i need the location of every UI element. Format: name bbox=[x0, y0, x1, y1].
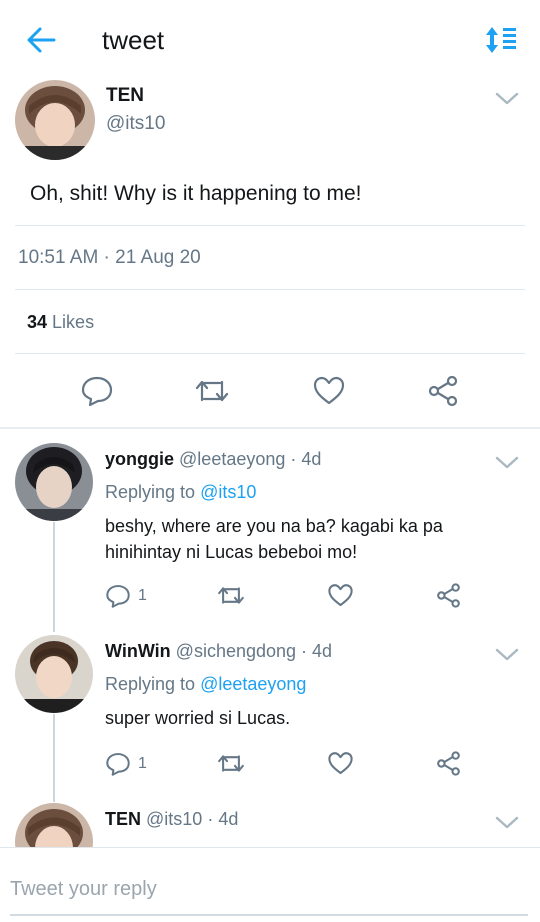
author-handle[interactable]: @its10 bbox=[146, 809, 202, 829]
sort-icon bbox=[486, 27, 516, 53]
share-button[interactable] bbox=[426, 374, 460, 408]
retweet-icon bbox=[195, 380, 229, 402]
replying-label: Replying to bbox=[105, 674, 196, 694]
reply-icon bbox=[106, 585, 130, 608]
reply-icon bbox=[81, 376, 113, 407]
mention-link[interactable]: @its10 bbox=[200, 482, 256, 502]
replying-label: Replying to bbox=[105, 482, 196, 502]
author-name[interactable]: yonggie bbox=[105, 449, 174, 469]
chevron-down-icon bbox=[495, 456, 519, 469]
tweet-menu-button[interactable] bbox=[494, 452, 520, 472]
avatar[interactable] bbox=[15, 635, 93, 713]
chevron-down-icon bbox=[495, 648, 519, 661]
reply-count: 1 bbox=[138, 587, 147, 604]
thread-line bbox=[53, 522, 55, 632]
arrow-left-icon bbox=[27, 27, 56, 53]
like-button[interactable] bbox=[327, 582, 354, 609]
avatar[interactable] bbox=[15, 443, 93, 521]
reply-button[interactable]: 1 bbox=[105, 750, 155, 778]
author-handle[interactable]: @its10 bbox=[106, 112, 165, 136]
retweet-icon bbox=[218, 755, 244, 772]
share-icon bbox=[428, 375, 458, 407]
avatar[interactable] bbox=[15, 80, 95, 160]
reply-input[interactable] bbox=[10, 874, 515, 904]
divider bbox=[15, 289, 525, 290]
replying-to: Replying to @its10 bbox=[105, 480, 256, 504]
divider bbox=[15, 353, 525, 354]
reply-icon bbox=[106, 753, 130, 776]
back-button[interactable] bbox=[24, 24, 60, 56]
tweet-menu-button[interactable] bbox=[494, 88, 520, 108]
author-handle[interactable]: @sichengdong bbox=[176, 641, 296, 661]
likes-label: Likes bbox=[52, 312, 95, 332]
replying-to: Replying to @leetaeyong bbox=[105, 672, 306, 696]
reply-header: TEN @its10 · 4d bbox=[105, 807, 238, 831]
author-name[interactable]: WinWin bbox=[105, 641, 171, 661]
tweet-menu-button[interactable] bbox=[494, 812, 520, 832]
share-icon bbox=[437, 583, 460, 608]
reply-time: · 4d bbox=[290, 449, 322, 469]
heart-icon bbox=[328, 752, 353, 775]
share-button[interactable] bbox=[435, 750, 462, 777]
reply-text-line: beshy, where are you na ba? kagabi ka pa bbox=[105, 516, 443, 536]
reply-button[interactable] bbox=[80, 374, 114, 408]
author-handle[interactable]: @leetaeyong bbox=[179, 449, 285, 469]
reply-text: super worried si Lucas. bbox=[105, 708, 291, 728]
tweet-timestamp: 10:51 AM · 21 Aug 20 bbox=[18, 247, 201, 268]
share-icon bbox=[437, 751, 460, 776]
reply-button[interactable]: 1 bbox=[105, 582, 155, 610]
compose-bar bbox=[0, 847, 540, 922]
retweet-button[interactable] bbox=[193, 374, 231, 408]
user-avatar-image bbox=[15, 443, 93, 521]
reply-header: WinWin @sichengdong · 4d bbox=[105, 639, 332, 663]
user-avatar-image bbox=[15, 635, 93, 713]
reply-text: beshy, where are you na ba? kagabi ka pa… bbox=[105, 513, 443, 565]
sort-replies-button[interactable] bbox=[484, 24, 520, 56]
reply-header: yonggie @leetaeyong · 4d bbox=[105, 447, 321, 471]
divider bbox=[0, 427, 540, 429]
author-name[interactable]: TEN bbox=[106, 84, 144, 108]
mention-link[interactable]: @leetaeyong bbox=[200, 674, 306, 694]
retweet-button[interactable] bbox=[216, 582, 246, 610]
reply-time: · 4d bbox=[207, 809, 239, 829]
reply-text-line: hinihintay ni Lucas bebeboi mo! bbox=[105, 542, 358, 562]
user-avatar-image bbox=[15, 80, 95, 160]
like-button[interactable] bbox=[312, 374, 346, 408]
reply-time: · 4d bbox=[301, 641, 333, 661]
chevron-down-icon bbox=[495, 816, 519, 829]
thread-line bbox=[53, 714, 55, 802]
page-title: tweet bbox=[102, 25, 165, 55]
tweet-menu-button[interactable] bbox=[494, 644, 520, 664]
retweet-button[interactable] bbox=[216, 750, 246, 778]
like-button[interactable] bbox=[327, 750, 354, 777]
heart-icon bbox=[313, 376, 345, 405]
chevron-down-icon bbox=[495, 92, 519, 105]
share-button[interactable] bbox=[435, 582, 462, 609]
input-underline bbox=[10, 914, 528, 916]
likes-count: 34 bbox=[27, 312, 48, 332]
tweet-text: Oh, shit! Why is it happening to me! bbox=[30, 182, 362, 205]
author-name[interactable]: TEN bbox=[105, 809, 141, 829]
reply-count: 1 bbox=[138, 755, 147, 772]
retweet-icon bbox=[218, 587, 244, 604]
divider bbox=[15, 225, 525, 226]
likes-stat[interactable]: 34 Likes bbox=[27, 310, 94, 334]
heart-icon bbox=[328, 584, 353, 607]
